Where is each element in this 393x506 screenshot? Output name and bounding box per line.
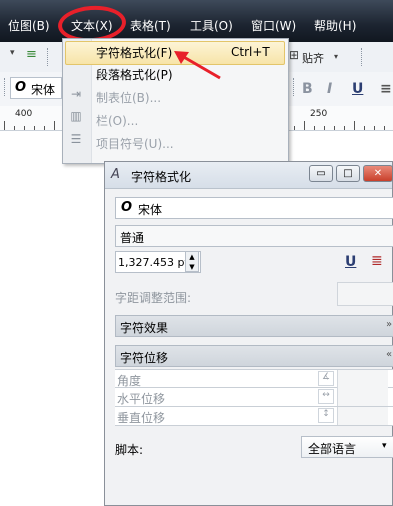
italic-icon[interactable]: I (327, 81, 332, 97)
docker-titlebar[interactable]: A 字符格式化 ▭ □ ✕ (105, 162, 393, 189)
close-button[interactable]: ✕ (363, 165, 393, 182)
section-character-shift[interactable]: 字符位移 « (115, 345, 393, 367)
snap-button[interactable]: 贴齐 (302, 50, 324, 66)
ruler-tick (4, 121, 5, 130)
ruler-label: 400 (15, 109, 33, 119)
tab-stop-icon: ⇥ (70, 87, 82, 101)
ruler-tick (354, 121, 355, 130)
font-style-combo[interactable]: 普通 (115, 225, 393, 247)
menu-window[interactable]: 窗口(W) (251, 17, 296, 34)
angle-input[interactable] (337, 370, 388, 388)
menu-item-shortcut: Ctrl+T (231, 45, 270, 59)
bullets-icon: ☰ (70, 132, 82, 146)
expand-icon: » (386, 319, 393, 330)
underline-icon[interactable]: U (352, 81, 363, 97)
menu-item-label: 项目符号(U)... (96, 137, 174, 151)
menu-bar: 位图(B) 文本(X) 表格(T) 工具(O) 窗口(W) 帮助(H) (0, 0, 393, 45)
angle-row: 角度 ∡ (115, 369, 393, 388)
ruler-tick (44, 126, 45, 130)
chevron-down-icon: ▾ (382, 441, 387, 451)
menu-item-columns[interactable]: 栏(O)... (96, 112, 138, 132)
script-value: 全部语言 (308, 442, 357, 456)
chevron-down-icon[interactable]: ▾ (334, 52, 338, 61)
toolbar-separator (293, 78, 295, 96)
menu-item-label: 栏(O)... (96, 114, 139, 128)
menu-item-tabs[interactable]: 制表位(B)... (96, 89, 161, 109)
minimize-button[interactable]: ▭ (309, 165, 333, 182)
strikethrough-icon[interactable]: ≣ (371, 253, 383, 269)
columns-icon: ▥ (70, 109, 82, 123)
menu-table[interactable]: 表格(T) (130, 17, 171, 34)
ruler-tick (14, 126, 15, 130)
docker-title: 字符格式化 (131, 170, 192, 184)
ruler-tick (384, 126, 385, 130)
ruler-tick (304, 121, 305, 130)
menu-item-label: 段落格式化(P) (96, 68, 173, 82)
vertical-shift-icon: ↕ (318, 408, 334, 423)
ruler-tick (374, 126, 375, 130)
menu-item-label: 制表位(B)... (96, 91, 162, 105)
horizontal-shift-row: 水平位移 ↔ (115, 388, 393, 407)
annotation-arrow (174, 51, 221, 80)
maximize-button[interactable]: □ (336, 165, 360, 182)
opentype-icon: O (15, 80, 27, 95)
character-format-icon: A (111, 167, 120, 182)
script-label: 脚本: (115, 443, 144, 457)
menu-item-paragraph-format[interactable]: 段落格式化(P) (96, 66, 173, 86)
menu-help[interactable]: 帮助(H) (314, 17, 356, 34)
vertical-shift-label: 垂直位移 (117, 411, 166, 425)
underline-icon[interactable]: U (345, 254, 356, 270)
ruler-tick (294, 126, 295, 130)
font-list-combo[interactable]: O 宋体 (10, 77, 62, 99)
font-name-combo[interactable]: O 宋体 (115, 197, 393, 219)
font-list-value: 宋体 (31, 83, 56, 97)
horizontal-shift-label: 水平位移 (117, 392, 166, 406)
ruler-tick (24, 126, 25, 130)
collapse-icon: « (386, 349, 393, 360)
vertical-shift-input[interactable] (337, 407, 388, 425)
font-size-value: 1,327.453 pt (118, 256, 189, 269)
toolbar-separator (361, 48, 363, 66)
script-select[interactable]: 全部语言 ▾ (301, 436, 393, 458)
ruler-tick (324, 126, 325, 130)
kerning-input[interactable] (337, 282, 393, 306)
menu-item-label: 字符格式化(F) (96, 46, 173, 60)
opentype-icon: O (121, 200, 133, 215)
section-title: 字符位移 (120, 351, 169, 365)
character-format-docker: A 字符格式化 ▭ □ ✕ O 宋体 普通 1,327.453 pt ▲ ▼ U … (104, 161, 393, 506)
ruler-tick (334, 126, 335, 130)
horizontal-shift-input[interactable] (337, 388, 388, 406)
align-icon[interactable]: ≡ (26, 47, 37, 62)
ruler-tick (364, 126, 365, 130)
menu-item-bullets[interactable]: 项目符号(U)... (96, 135, 174, 155)
section-title: 字符效果 (120, 321, 169, 335)
ruler-tick (34, 126, 35, 130)
ruler-label: 250 (310, 109, 328, 119)
section-character-effects[interactable]: 字符效果 » (115, 315, 393, 337)
vertical-shift-row: 垂直位移 ↕ (115, 407, 393, 426)
toolbar-separator (4, 78, 6, 96)
kerning-label: 字距调整范围: (115, 291, 192, 305)
toolbar-separator (47, 48, 49, 66)
ruler-tick (344, 126, 345, 130)
menu-bitmap[interactable]: 位图(B) (8, 17, 50, 34)
angle-label: 角度 (117, 374, 142, 388)
menu-tools[interactable]: 工具(O) (190, 17, 233, 34)
angle-icon: ∡ (318, 371, 334, 386)
horizontal-shift-icon: ↔ (318, 389, 334, 404)
ruler-tick (314, 126, 315, 130)
bold-icon[interactable]: B (302, 81, 313, 97)
menu-item-character-format[interactable]: 字符格式化(F) (96, 44, 172, 64)
snap-icon[interactable]: ⊞ (289, 48, 299, 62)
font-size-spinner[interactable]: ▲ ▼ (185, 251, 199, 272)
chevron-down-icon[interactable]: ▾ (10, 48, 15, 58)
font-style-value: 普通 (120, 231, 145, 245)
align-left-icon[interactable]: ≡ (380, 81, 392, 97)
ruler-tick (54, 121, 55, 130)
font-name-value: 宋体 (138, 203, 163, 217)
